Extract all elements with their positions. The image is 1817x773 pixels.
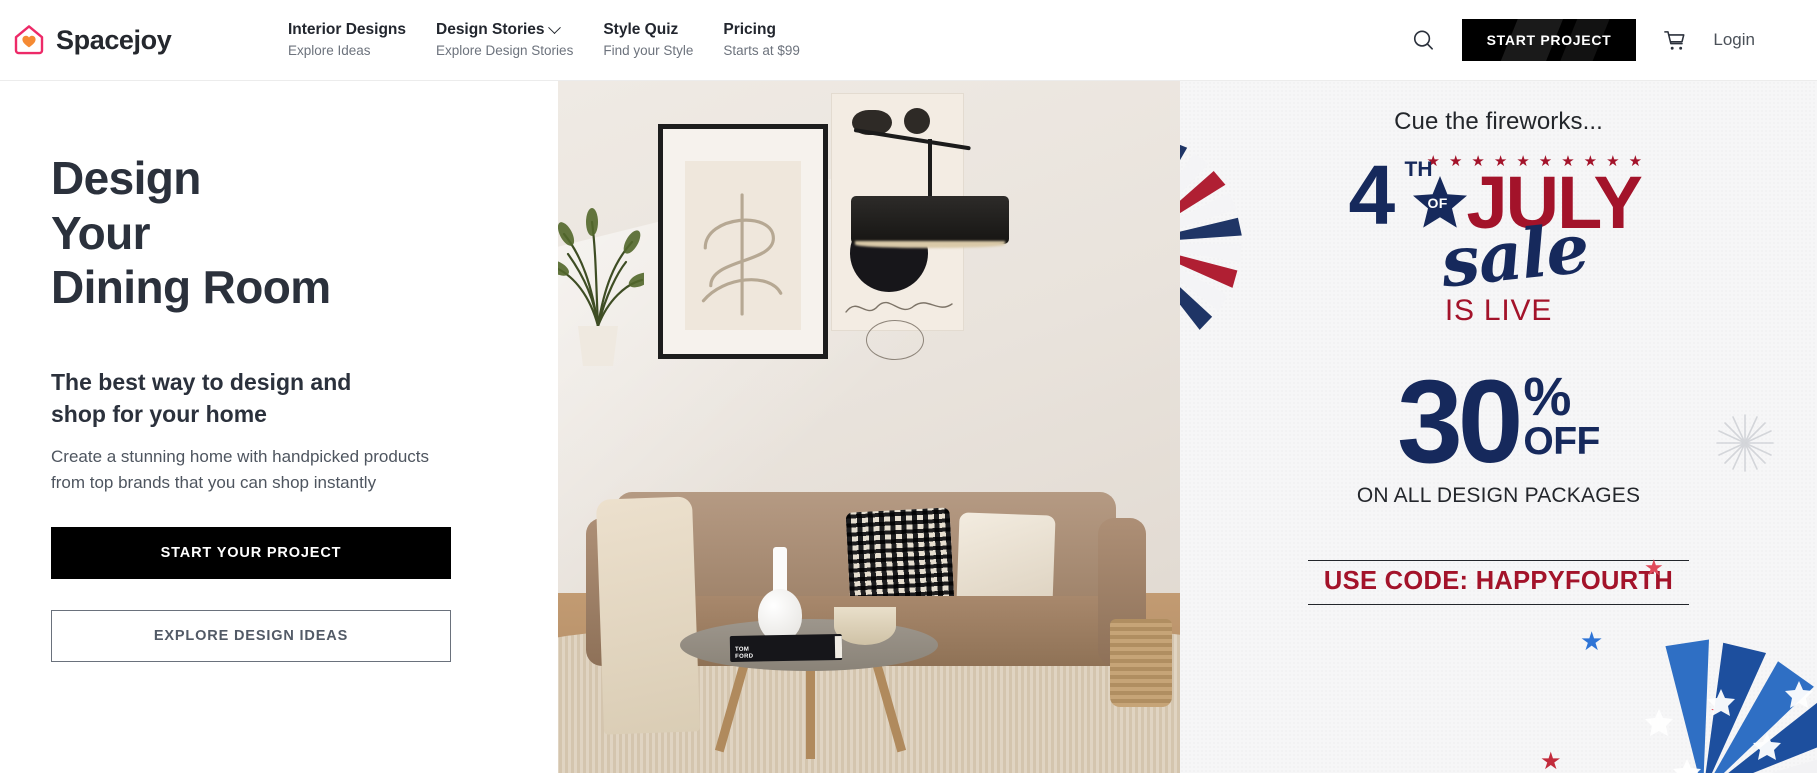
photo-table-leg xyxy=(870,657,907,753)
photo-canvas-outline-circle xyxy=(866,320,924,360)
photo-lamp-stem xyxy=(928,139,932,201)
page-title-line3: Dining Room xyxy=(51,261,331,314)
nav-item-pricing[interactable]: Pricing Starts at $99 xyxy=(723,21,800,59)
search-icon[interactable] xyxy=(1411,28,1436,53)
site-header: Spacejoy Interior Designs Explore Ideas … xyxy=(0,0,1817,81)
discount-scope: ON ALL DESIGN PACKAGES xyxy=(1356,483,1641,507)
star-icon: ★ xyxy=(1644,555,1664,580)
primary-nav: Interior Designs Explore Ideas Design St… xyxy=(288,21,800,59)
nav-label: Interior Designs xyxy=(288,20,406,38)
discount-off-label: OFF xyxy=(1523,420,1600,464)
photo-table-leg xyxy=(714,657,751,753)
shopping-cart-icon[interactable] xyxy=(1662,28,1687,53)
page-title: Design Your Dining Room xyxy=(51,151,558,315)
page-title-line2: Your xyxy=(51,206,151,259)
photo-pillow-cream xyxy=(956,512,1056,608)
photo-plant xyxy=(558,176,652,366)
start-project-button[interactable]: START PROJECT xyxy=(1461,19,1637,61)
photo-canvas-dot xyxy=(904,108,930,134)
sparkle-icon xyxy=(1713,411,1777,475)
fourth-of-july-badge: ★ ★ ★ ★ ★ ★ ★ ★ ★ ★ 4 TH OF JULY sale xyxy=(1348,148,1649,304)
badge-of-label: OF xyxy=(1427,195,1448,211)
chevron-down-icon xyxy=(547,21,561,34)
badge-sale-script: sale xyxy=(1436,208,1592,304)
promo-tagline: Cue the fireworks... xyxy=(1394,108,1603,135)
nav-label: Pricing xyxy=(723,20,776,38)
hero-section: Design Your Dining Room The best way to … xyxy=(0,81,1817,773)
photo-white-vase xyxy=(758,547,802,641)
explore-design-ideas-button[interactable]: EXPLORE DESIGN IDEAS xyxy=(51,609,451,662)
logo-text: Spacejoy xyxy=(56,24,172,55)
photo-decorative-bowl xyxy=(834,607,896,645)
photo-art-lines xyxy=(685,161,801,330)
page-title-line1: Design xyxy=(51,152,201,204)
photo-framed-art xyxy=(658,124,828,359)
nav-item-style-quiz[interactable]: Style Quiz Find your Style xyxy=(603,21,693,59)
nav-label: Style Quiz xyxy=(603,20,679,38)
page-root: Spacejoy Interior Designs Explore Ideas … xyxy=(0,0,1817,773)
photo-vase-body xyxy=(758,589,802,641)
photo-canvas-wave xyxy=(844,296,954,320)
nav-sublabel: Explore Design Stories xyxy=(436,42,574,58)
photo-book-title-line2: FORD xyxy=(735,653,754,660)
nav-item-design-stories[interactable]: Design Stories Explore Design Stories xyxy=(436,21,573,59)
photo-coffee-table-book: TOM FORD xyxy=(729,634,843,662)
header-actions: START PROJECT Login xyxy=(1411,19,1755,61)
discount-suffix: % OFF xyxy=(1523,367,1600,464)
photo-pillow-patterned xyxy=(845,507,955,609)
nav-sublabel: Find your Style xyxy=(603,42,694,58)
photo-book-pages xyxy=(834,636,843,659)
star-icon: ★ xyxy=(1448,153,1463,170)
nav-item-interior-designs[interactable]: Interior Designs Explore Ideas xyxy=(288,21,406,59)
photo-book-title: TOM FORD xyxy=(735,647,753,660)
discount-block: 30 % OFF xyxy=(1397,356,1600,488)
photo-vase-neck xyxy=(773,547,787,593)
photo-table-leg xyxy=(806,663,815,759)
discount-percent-symbol: % xyxy=(1523,367,1572,427)
house-heart-icon xyxy=(12,23,46,57)
photo-woven-basket xyxy=(1110,619,1172,707)
logo[interactable]: Spacejoy xyxy=(12,23,272,57)
hero-body-text: Create a stunning home with handpicked p… xyxy=(51,447,430,492)
hero-copy-column: Design Your Dining Room The best way to … xyxy=(0,81,558,773)
discount-number: 30 xyxy=(1397,356,1523,488)
nav-label: Design Stories xyxy=(436,20,545,38)
badge-number: 4 xyxy=(1348,148,1396,242)
paper-fan-decoration-bottom-right xyxy=(1535,585,1817,773)
photo-lamp-glow xyxy=(855,241,1005,248)
promo-banner[interactable]: Cue the fireworks... ★ ★ ★ ★ ★ ★ ★ ★ ★ ★ xyxy=(1180,81,1817,773)
login-link[interactable]: Login xyxy=(1713,30,1755,50)
photo-lamp-shade xyxy=(851,196,1009,244)
start-your-project-button[interactable]: START YOUR PROJECT xyxy=(51,526,451,579)
nav-sublabel: Explore Ideas xyxy=(288,42,371,58)
hero-room-photo: TOM FORD xyxy=(558,81,1180,773)
nav-sublabel: Starts at $99 xyxy=(723,42,800,58)
hero-subtitle: The best way to design and shop for your… xyxy=(51,369,352,428)
